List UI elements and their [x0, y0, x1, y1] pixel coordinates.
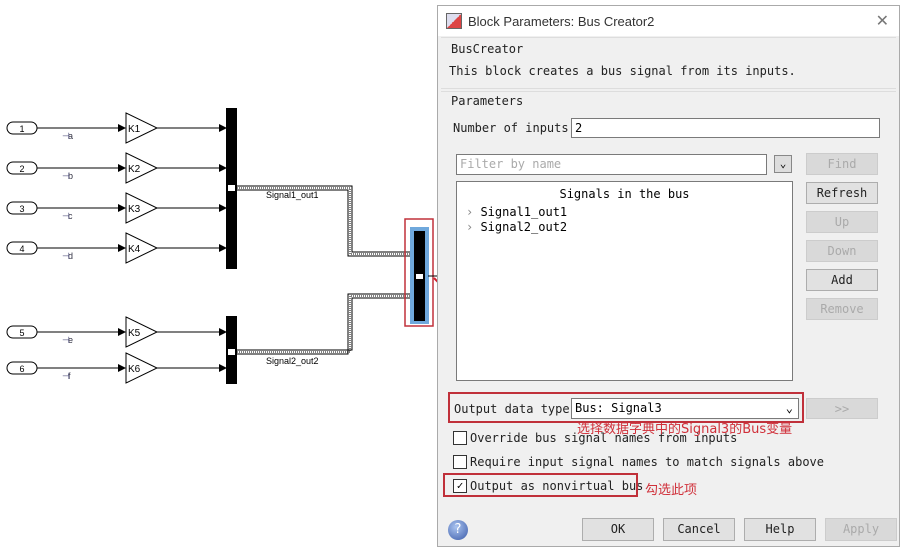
gain-label: K2: [128, 164, 141, 175]
num-inputs-label: Number of inputs:: [453, 121, 576, 135]
ok-button[interactable]: OK: [582, 518, 654, 541]
signal-object-icon: ⊣: [62, 131, 70, 141]
filter-options-icon[interactable]: ⌄: [774, 155, 792, 173]
gain-label: K4: [128, 244, 141, 255]
highlight-box: [443, 473, 638, 497]
refresh-button[interactable]: Refresh: [806, 182, 878, 204]
group-title: Parameters: [451, 94, 524, 108]
inport-number: 2: [19, 164, 24, 174]
require-names-checkbox[interactable]: [453, 455, 467, 469]
chevron-right-icon: ›: [466, 220, 481, 234]
signal-object-icon: ⊣: [62, 371, 70, 381]
signals-header: Signals in the bus: [559, 187, 690, 201]
signal-object-icon: ⊣: [62, 335, 70, 345]
up-button[interactable]: Up: [806, 211, 878, 233]
inport-number: 3: [19, 204, 24, 214]
edit-type-button[interactable]: >>: [806, 398, 878, 419]
apply-button[interactable]: Apply: [825, 518, 897, 541]
num-inputs-field[interactable]: 2: [571, 118, 880, 138]
inport-number: 1: [19, 124, 24, 134]
inport-number: 5: [19, 328, 24, 338]
gain-label: K6: [128, 364, 141, 375]
close-icon[interactable]: ✕: [876, 11, 889, 31]
signals-list[interactable]: Signals in the bus › Signal1_out1 › Sign…: [456, 181, 793, 381]
gain-label: K1: [128, 124, 141, 135]
inport-number: 4: [19, 244, 24, 254]
simulink-diagram: 1a⊣K12b⊣K23c⊣K34d⊣K45e⊣K56f⊣K6 Signal1_o…: [6, 108, 440, 384]
gain-label: K5: [128, 328, 141, 339]
signal-item[interactable]: › Signal2_out2: [466, 220, 789, 234]
help-button[interactable]: Help: [744, 518, 816, 541]
block-parameters-dialog: Block Parameters: Bus Creator2 ✕ BusCrea…: [437, 5, 900, 547]
bus-label-1: Signal1_out1: [266, 190, 319, 200]
description: This block creates a bus signal from its…: [449, 64, 796, 78]
remove-button[interactable]: Remove: [806, 298, 878, 320]
override-names-checkbox[interactable]: [453, 431, 467, 445]
gain-label: K3: [128, 204, 141, 215]
signal-object-icon: ⊣: [62, 171, 70, 181]
simulink-block-icon: [446, 13, 462, 29]
bus-label-2: Signal2_out2: [266, 356, 319, 366]
group-title: BusCreator: [451, 42, 524, 56]
cancel-button[interactable]: Cancel: [663, 518, 735, 541]
filter-input[interactable]: Filter by name: [456, 154, 767, 175]
checkbox-label: Require input signal names to match sign…: [470, 455, 825, 469]
signal-item[interactable]: › Signal1_out1: [466, 205, 789, 219]
find-button[interactable]: Find: [806, 153, 878, 175]
inport-number: 6: [19, 364, 24, 374]
help-icon[interactable]: ?: [448, 520, 468, 540]
annotation-check-this: 勾选此项: [645, 483, 698, 498]
chevron-right-icon: ›: [466, 205, 481, 219]
add-button[interactable]: Add: [806, 269, 878, 291]
annotation-select-bus: 选择数据字典中的Signal3的Bus变量: [577, 422, 793, 437]
down-button[interactable]: Down: [806, 240, 878, 262]
buscreator-group: BusCreator This block creates a bus sign…: [441, 37, 896, 89]
dialog-title: Block Parameters: Bus Creator2: [468, 13, 655, 29]
signal-object-icon: ⊣: [62, 211, 70, 221]
title-bar: Block Parameters: Bus Creator2 ✕: [438, 6, 899, 36]
signal-object-icon: ⊣: [62, 251, 70, 261]
